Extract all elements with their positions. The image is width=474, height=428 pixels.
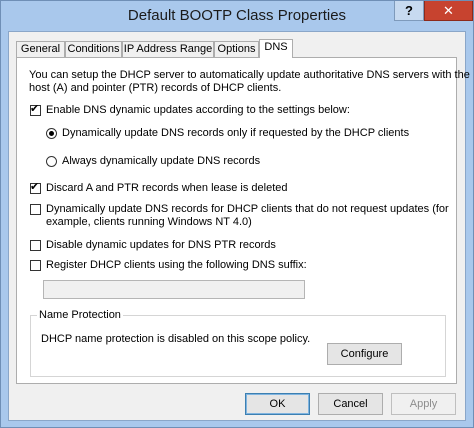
check-mark-icon: ✔	[30, 181, 40, 193]
update-if-requested-label[interactable]: Dynamically update DNS records only if r…	[62, 127, 409, 140]
properties-dialog: Default BOOTP Class Properties ? ✕ Gener…	[0, 0, 474, 428]
update-non-requesting-label-line-2[interactable]: example, clients running Windows NT 4.0)	[46, 216, 252, 229]
intro-text-line-1: You can setup the DHCP server to automat…	[29, 69, 470, 81]
close-icon: ✕	[443, 3, 454, 18]
dialog-body: General Conditions IP Address Range Opti…	[8, 31, 470, 421]
cancel-button[interactable]: Cancel	[318, 393, 383, 415]
radio-selected-dot	[49, 131, 54, 136]
update-non-requesting-label-line-1[interactable]: Dynamically update DNS records for DHCP …	[46, 203, 449, 216]
update-if-requested-radio[interactable]	[46, 128, 57, 139]
discard-records-checkbox[interactable]: ✔	[30, 181, 41, 194]
tab-conditions[interactable]: Conditions	[65, 41, 122, 57]
tab-ip-address-range[interactable]: IP Address Range	[122, 41, 214, 57]
apply-button[interactable]: Apply	[391, 393, 456, 415]
name-protection-title: Name Protection	[37, 308, 123, 322]
title-bar[interactable]: Default BOOTP Class Properties ? ✕	[1, 1, 473, 31]
dns-suffix-input[interactable]	[43, 280, 305, 299]
check-mark-icon: ✔	[30, 103, 40, 115]
name-protection-group: Name Protection DHCP name protection is …	[30, 308, 446, 377]
discard-records-label[interactable]: Discard A and PTR records when lease is …	[46, 182, 288, 195]
always-update-radio[interactable]	[46, 156, 57, 167]
configure-button[interactable]: Configure	[327, 343, 402, 365]
tab-dns[interactable]: DNS	[259, 39, 293, 58]
register-dns-suffix-checkbox[interactable]	[30, 260, 41, 271]
update-non-requesting-checkbox[interactable]	[30, 204, 41, 215]
close-button[interactable]: ✕	[424, 1, 473, 21]
disable-ptr-updates-label[interactable]: Disable dynamic updates for DNS PTR reco…	[46, 239, 276, 252]
name-protection-status: DHCP name protection is disabled on this…	[41, 333, 311, 345]
tab-options[interactable]: Options	[214, 41, 259, 57]
enable-dns-updates-label[interactable]: Enable DNS dynamic updates according to …	[46, 104, 350, 117]
enable-dns-updates-checkbox[interactable]: ✔	[30, 103, 41, 116]
ok-button[interactable]: OK	[245, 393, 310, 415]
disable-ptr-updates-checkbox[interactable]	[30, 240, 41, 251]
register-dns-suffix-label[interactable]: Register DHCP clients using the followin…	[46, 259, 307, 272]
always-update-label[interactable]: Always dynamically update DNS records	[62, 155, 260, 168]
help-button[interactable]: ?	[394, 1, 424, 21]
dns-tab-panel: You can setup the DHCP server to automat…	[16, 57, 470, 384]
intro-text-line-2: host (A) and pointer (PTR) records of DH…	[29, 82, 282, 94]
tab-general[interactable]: General	[16, 41, 65, 57]
